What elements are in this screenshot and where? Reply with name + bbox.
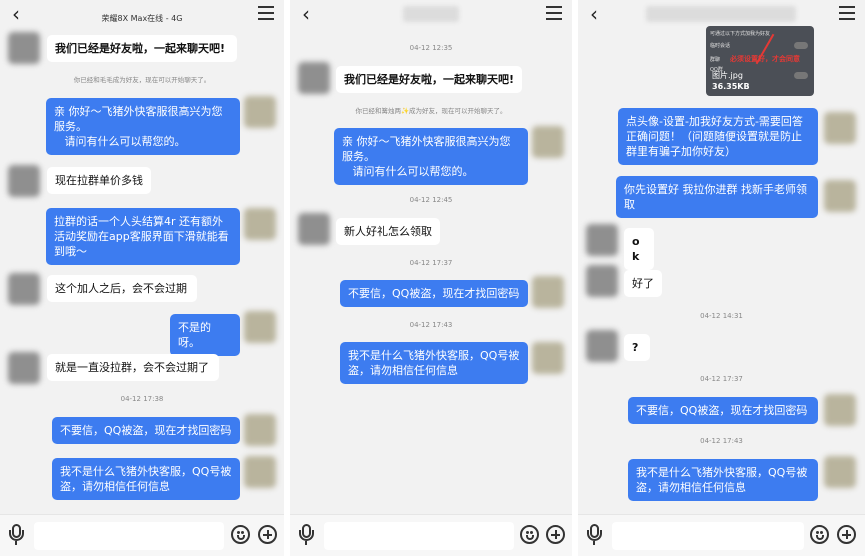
chat-header: ‹ xyxy=(290,0,572,30)
chat-title: 荣耀8X Max在线 - 4G xyxy=(101,14,183,23)
microphone-icon[interactable] xyxy=(298,524,314,546)
input-bar xyxy=(290,514,572,556)
my-avatar[interactable] xyxy=(532,276,564,308)
emoji-icon[interactable] xyxy=(231,525,250,544)
message-incoming: 我们已经是好友啦，一起来聊天吧! xyxy=(47,35,237,62)
back-arrow-icon[interactable]: ‹ xyxy=(590,3,598,25)
my-avatar[interactable] xyxy=(244,456,276,488)
message-outgoing: 点头像-设置-加我好友方式-需要回答正确问题！（问题随便设置就是防止群里有骗子加… xyxy=(618,108,818,165)
message-outgoing: 拉群的话一个人头结算4r 还有额外活动奖励在app客服界面下滑就能看到哦～ xyxy=(46,208,240,265)
plus-circle-icon[interactable] xyxy=(837,525,856,544)
my-avatar[interactable] xyxy=(244,414,276,446)
contact-avatar[interactable] xyxy=(586,265,618,297)
contact-avatar[interactable] xyxy=(8,165,40,197)
toggle-switch xyxy=(794,72,808,79)
my-avatar[interactable] xyxy=(532,342,564,374)
plus-circle-icon[interactable] xyxy=(258,525,277,544)
hamburger-menu-icon[interactable] xyxy=(839,6,855,20)
message-input[interactable] xyxy=(324,522,514,550)
image-message[interactable]: 可通过以下方式加我为好友 临时会话 群聊 QQ群 必须设置好，才会同意 图片.j… xyxy=(706,26,814,96)
image-row-text: 临时会话 xyxy=(710,43,731,49)
message-incoming: 好了 xyxy=(624,270,662,297)
my-avatar[interactable] xyxy=(244,96,276,128)
emoji-icon[interactable] xyxy=(520,525,539,544)
message-outgoing: 亲 你好～飞猪外快客服很高兴为您服务。 请问有什么可以帮您的。 xyxy=(46,98,240,155)
my-avatar[interactable] xyxy=(244,208,276,240)
image-row-text: 可通过以下方式加我为好友 xyxy=(710,31,771,37)
my-avatar[interactable] xyxy=(824,456,856,488)
contact-avatar[interactable] xyxy=(298,213,330,245)
message-incoming: 现在拉群单价多钱 xyxy=(47,167,151,194)
hamburger-menu-icon[interactable] xyxy=(258,6,274,20)
contact-avatar[interactable] xyxy=(586,224,618,256)
toggle-switch xyxy=(794,42,808,49)
message-incoming: 这个加人之后，会不会过期 xyxy=(47,275,197,302)
message-outgoing: 我不是什么飞猪外快客服，QQ号被盗，请勿相信任何信息 xyxy=(52,458,240,500)
message-input[interactable] xyxy=(34,522,224,550)
message-outgoing: 我不是什么飞猪外快客服，QQ号被盗，请勿相信任何信息 xyxy=(628,459,818,501)
my-avatar[interactable] xyxy=(244,311,276,343)
message-outgoing: 不要信，QQ被盗，现在才找回密码 xyxy=(52,417,240,444)
message-outgoing: 我不是什么飞猪外快客服，QQ号被盗，请勿相信任何信息 xyxy=(340,342,528,384)
hamburger-menu-icon[interactable] xyxy=(546,6,562,20)
message-input[interactable] xyxy=(612,522,804,550)
message-outgoing: 你先设置好 我拉你进群 找新手老师领取 xyxy=(616,176,818,218)
contact-avatar[interactable] xyxy=(586,330,618,362)
timestamp: 04-12 17:43 xyxy=(700,437,743,445)
timestamp: 04-12 17:37 xyxy=(409,259,453,267)
chat-title-redacted xyxy=(403,6,459,22)
input-bar xyxy=(0,514,284,556)
image-row-text: 群聊 xyxy=(710,57,721,63)
timestamp: 04-12 12:35 xyxy=(409,44,453,52)
contact-avatar[interactable] xyxy=(8,273,40,305)
microphone-icon[interactable] xyxy=(586,524,602,546)
input-bar xyxy=(578,514,865,556)
microphone-icon[interactable] xyxy=(8,524,24,546)
my-avatar[interactable] xyxy=(824,112,856,144)
chat-panel-3: ‹ 可通过以下方式加我为好友 临时会话 群聊 QQ群 必须设置好，才会同意 图片… xyxy=(578,0,865,556)
plus-circle-icon[interactable] xyxy=(546,525,565,544)
contact-avatar[interactable] xyxy=(8,352,40,384)
message-incoming: ? xyxy=(624,334,650,361)
chat-panel-1: ‹ 荣耀8X Max在线 - 4G 我们已经是好友啦，一起来聊天吧! 你已经和毛… xyxy=(0,0,284,556)
chat-header: ‹ 荣耀8X Max在线 - 4G xyxy=(0,0,284,30)
my-avatar[interactable] xyxy=(824,394,856,426)
message-outgoing: 不要信，QQ被盗，现在才找回密码 xyxy=(628,397,818,424)
system-notice: 你已经和毛毛成为好友，现在可以开始聊天了。 xyxy=(73,76,211,84)
message-outgoing: 不是的呀。 xyxy=(170,314,240,356)
image-filesize: 36.35KB xyxy=(712,82,750,91)
message-incoming: 新人好礼怎么领取 xyxy=(336,218,440,245)
emoji-icon[interactable] xyxy=(810,525,829,544)
timestamp: 04-12 17:37 xyxy=(700,375,743,383)
message-outgoing: 亲 你好～飞猪外快客服很高兴为您服务。 请问有什么可以帮您的。 xyxy=(334,128,528,185)
contact-avatar[interactable] xyxy=(298,62,330,94)
message-outgoing: 不要信，QQ被盗，现在才找回密码 xyxy=(340,280,528,307)
timestamp: 04-12 12:45 xyxy=(409,196,453,204)
contact-avatar[interactable] xyxy=(8,32,40,64)
image-filename: 图片.jpg xyxy=(712,71,743,80)
message-incoming: 我们已经是好友啦，一起来聊天吧! xyxy=(336,66,522,93)
chat-title-redacted xyxy=(646,6,796,22)
my-avatar[interactable] xyxy=(532,126,564,158)
image-annotation: 必须设置好，才会同意 xyxy=(730,55,800,63)
message-incoming: ok xyxy=(624,228,654,270)
system-notice: 你已经和篝烛两✨成为好友，现在可以开始聊天了。 xyxy=(355,107,507,115)
message-incoming: 就是一直没拉群，会不会过期了 xyxy=(47,354,219,381)
timestamp: 04-12 17:38 xyxy=(120,395,164,403)
chat-panel-2: ‹ 04-12 12:35 我们已经是好友啦，一起来聊天吧! 你已经和篝烛两✨成… xyxy=(290,0,572,556)
back-arrow-icon[interactable]: ‹ xyxy=(302,3,310,25)
timestamp: 04-12 17:43 xyxy=(409,321,453,329)
my-avatar[interactable] xyxy=(824,180,856,212)
timestamp: 04-12 14:31 xyxy=(700,312,743,320)
